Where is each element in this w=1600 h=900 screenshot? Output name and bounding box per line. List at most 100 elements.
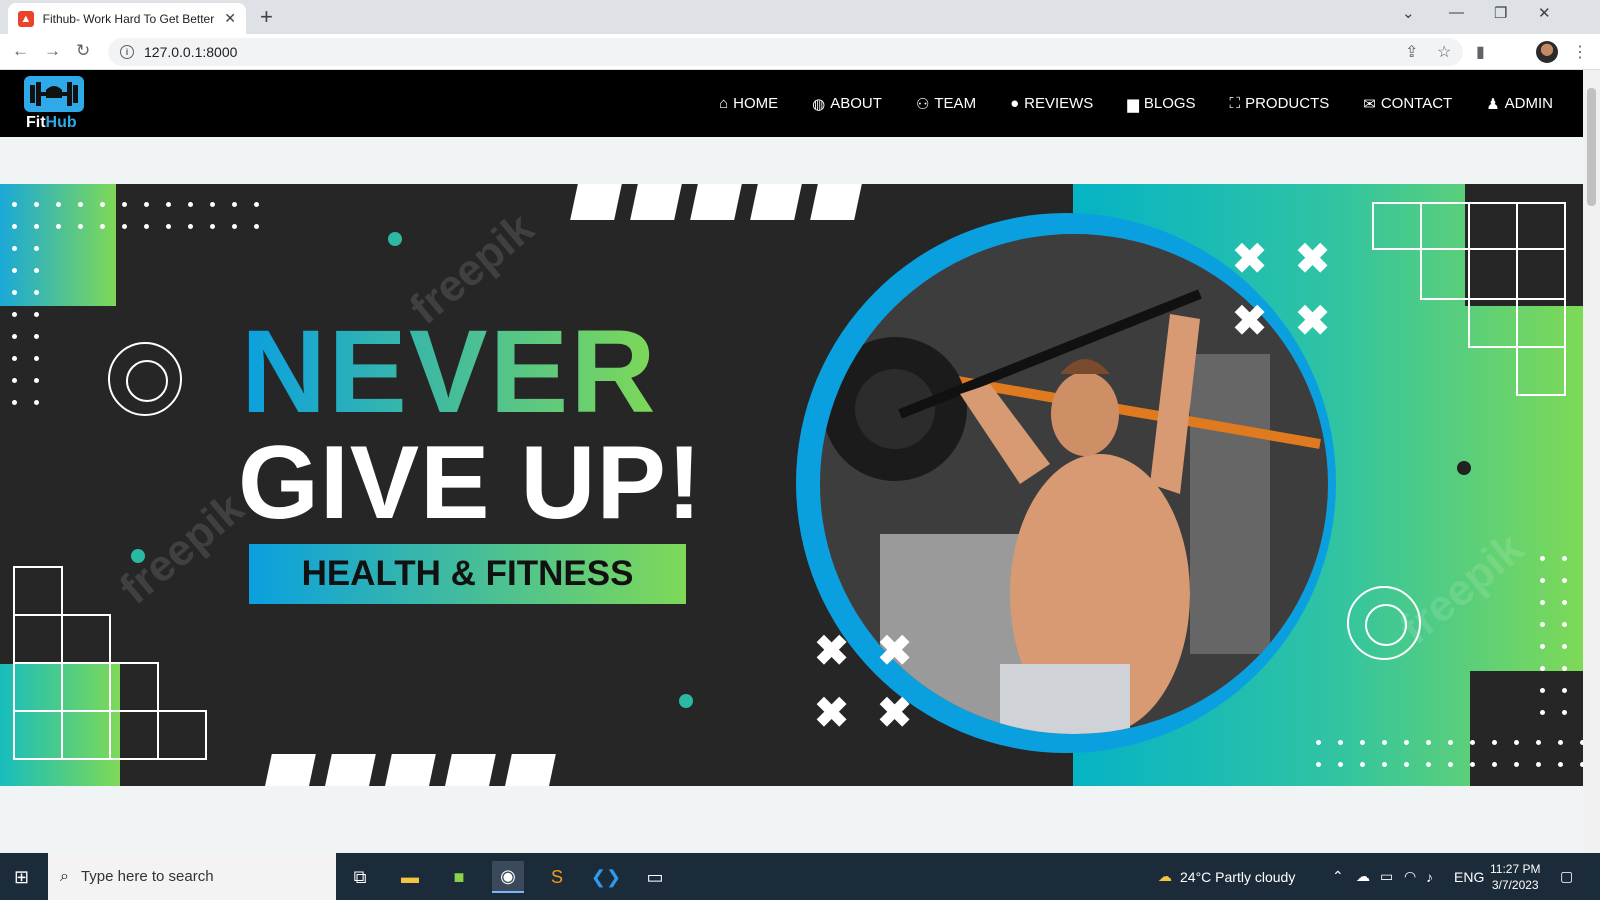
dot-decoration <box>1457 461 1471 475</box>
nav-blogs[interactable]: ▆ BLOGS <box>1127 95 1195 113</box>
partly-cloudy-icon: ☁ <box>1158 868 1172 884</box>
terminal-icon[interactable]: ▭ <box>639 861 671 893</box>
vscode-icon[interactable]: ❮❯ <box>590 861 622 893</box>
dot-pattern <box>12 246 39 405</box>
file-explorer-icon[interactable]: ▬ <box>394 861 426 893</box>
onedrive-icon[interactable]: ☁ <box>1356 853 1370 900</box>
dumbbell-logo-icon <box>24 76 84 112</box>
square-outline <box>61 710 111 760</box>
site-navbar: FitHub ⌂ HOME ◍ ABOUT ⚇ TEAM ● REVIEWS ▆ BLOG… <box>0 70 1583 137</box>
close-window-button[interactable]: ✕ <box>1538 4 1551 22</box>
square-outline <box>1516 248 1566 300</box>
square-outline <box>13 710 63 760</box>
browser-tab[interactable]: ▲ Fithub- Work Hard To Get Better ✕ <box>8 3 246 34</box>
square-outline <box>13 566 63 616</box>
square-outline <box>157 710 207 760</box>
square-outline <box>13 614 63 664</box>
x-decoration: ✖ <box>877 689 913 736</box>
clock[interactable]: 11:27 PM 3/7/2023 <box>1490 853 1540 900</box>
nav-products[interactable]: ⛶ PRODUCTS <box>1230 95 1330 112</box>
language-indicator[interactable]: ENG <box>1454 853 1484 900</box>
nav-about[interactable]: ◍ ABOUT <box>812 95 882 113</box>
share-icon[interactable]: ⇪ <box>1405 42 1418 62</box>
main-menu: ⌂ HOME ◍ ABOUT ⚇ TEAM ● REVIEWS ▆ BLOGS ⛶ PROD… <box>719 70 1553 137</box>
square-outline <box>61 662 111 712</box>
x-decoration: ✖ <box>1232 235 1268 282</box>
x-decoration: ✖ <box>1232 297 1268 344</box>
scroll-thumb[interactable] <box>1587 88 1596 206</box>
browser-tab-strip: ▲ Fithub- Work Hard To Get Better ✕ + ⌄ … <box>0 0 1600 34</box>
favicon-icon: ▲ <box>18 10 34 27</box>
nav-contact[interactable]: ✉ CONTACT <box>1363 95 1452 113</box>
square-outline <box>1372 202 1422 250</box>
square-outline <box>1420 248 1470 300</box>
battery-icon[interactable]: ▭ <box>1380 853 1393 900</box>
circle-target-decoration <box>108 342 182 416</box>
square-outline <box>61 614 111 664</box>
home-icon: ⌂ <box>719 95 729 112</box>
square-outline <box>1420 202 1470 250</box>
tab-search-icon[interactable]: ⌄ <box>1402 4 1415 22</box>
chrome-icon[interactable]: ◉ <box>492 861 524 893</box>
volume-icon[interactable]: ♪ <box>1426 853 1433 900</box>
url-text: 127.0.0.1:8000 <box>144 44 238 60</box>
menu-kebab-icon[interactable]: ⋮ <box>1572 42 1588 62</box>
back-icon[interactable]: ← <box>12 41 29 61</box>
user-icon: ♟ <box>1486 95 1500 113</box>
wifi-icon[interactable]: ◠ <box>1404 853 1416 900</box>
blog-icon: ▆ <box>1127 95 1139 113</box>
x-decoration: ✖ <box>1295 297 1331 344</box>
stripes-decoration <box>264 754 556 786</box>
reload-icon[interactable]: ↻ <box>76 41 90 61</box>
hero-heading-never: NEVER <box>241 306 658 438</box>
watermark-text: freepik <box>110 483 253 614</box>
square-outline <box>1516 202 1566 250</box>
nav-admin[interactable]: ♟ ADMIN <box>1486 95 1553 113</box>
windows-taskbar: ⊞ ⌕ Type here to search ⧉ ▬ ■ ◉ S ❮❯ ▭ ☁… <box>0 853 1600 900</box>
x-decoration: ✖ <box>1295 235 1331 282</box>
site-info-icon[interactable]: i <box>120 45 134 59</box>
restore-button[interactable]: ❐ <box>1494 4 1507 22</box>
page-scrollbar[interactable] <box>1583 70 1600 853</box>
fithub-logo[interactable]: FitHub <box>24 76 84 132</box>
hero-banner: NEVER GIVE UP! HEALTH & FITNESS ✖ ✖ ✖ ✖ … <box>0 184 1583 786</box>
logo-wordmark: FitHub <box>26 114 77 131</box>
tray-chevron-icon[interactable]: ⌃ <box>1332 853 1344 900</box>
sublime-text-icon[interactable]: S <box>541 861 573 893</box>
minimize-button[interactable]: — <box>1449 4 1464 21</box>
team-icon: ⚇ <box>915 95 930 113</box>
x-decoration: ✖ <box>877 627 913 674</box>
new-tab-button[interactable]: + <box>260 4 273 30</box>
square-outline <box>1468 298 1518 348</box>
close-tab-icon[interactable]: ✕ <box>224 10 236 27</box>
notifications-icon[interactable]: ▢ <box>1560 853 1573 900</box>
forward-icon[interactable]: → <box>44 41 61 61</box>
profile-avatar[interactable] <box>1536 41 1558 63</box>
taskbar-search[interactable]: ⌕ Type here to search <box>48 853 336 900</box>
dot-decoration <box>388 232 402 246</box>
nav-home[interactable]: ⌂ HOME <box>719 95 778 112</box>
hero-tagline: HEALTH & FITNESS <box>249 544 686 604</box>
square-outline <box>13 662 63 712</box>
dot-pattern <box>12 202 259 229</box>
basket-icon: ⛶ <box>1229 95 1241 112</box>
browser-toolbar: ← → ↻ i 127.0.0.1:8000 ⇪ ☆ ▮ ⋮ <box>0 34 1600 70</box>
task-view-icon[interactable]: ⧉ <box>344 861 376 893</box>
dot-pattern <box>1540 556 1567 715</box>
nav-team[interactable]: ⚇ TEAM <box>916 95 976 113</box>
globe-icon: ◍ <box>812 95 826 113</box>
address-bar[interactable]: i 127.0.0.1:8000 <box>108 38 1463 66</box>
bookmark-star-icon[interactable]: ☆ <box>1437 42 1451 62</box>
pycharm-icon[interactable]: ■ <box>443 861 475 893</box>
side-panel-icon[interactable]: ▮ <box>1476 42 1485 62</box>
square-outline <box>109 662 159 712</box>
windows-start-icon[interactable]: ⊞ <box>14 867 29 888</box>
nav-reviews[interactable]: ● REVIEWS <box>1010 95 1093 112</box>
square-outline <box>1468 202 1518 250</box>
comment-icon: ● <box>1010 95 1020 112</box>
search-placeholder: Type here to search <box>80 868 214 885</box>
search-icon: ⌕ <box>60 867 69 885</box>
dot-decoration <box>679 694 693 708</box>
x-decoration: ✖ <box>814 627 850 674</box>
weather-widget[interactable]: ☁ 24°C Partly cloudy <box>1158 853 1295 900</box>
